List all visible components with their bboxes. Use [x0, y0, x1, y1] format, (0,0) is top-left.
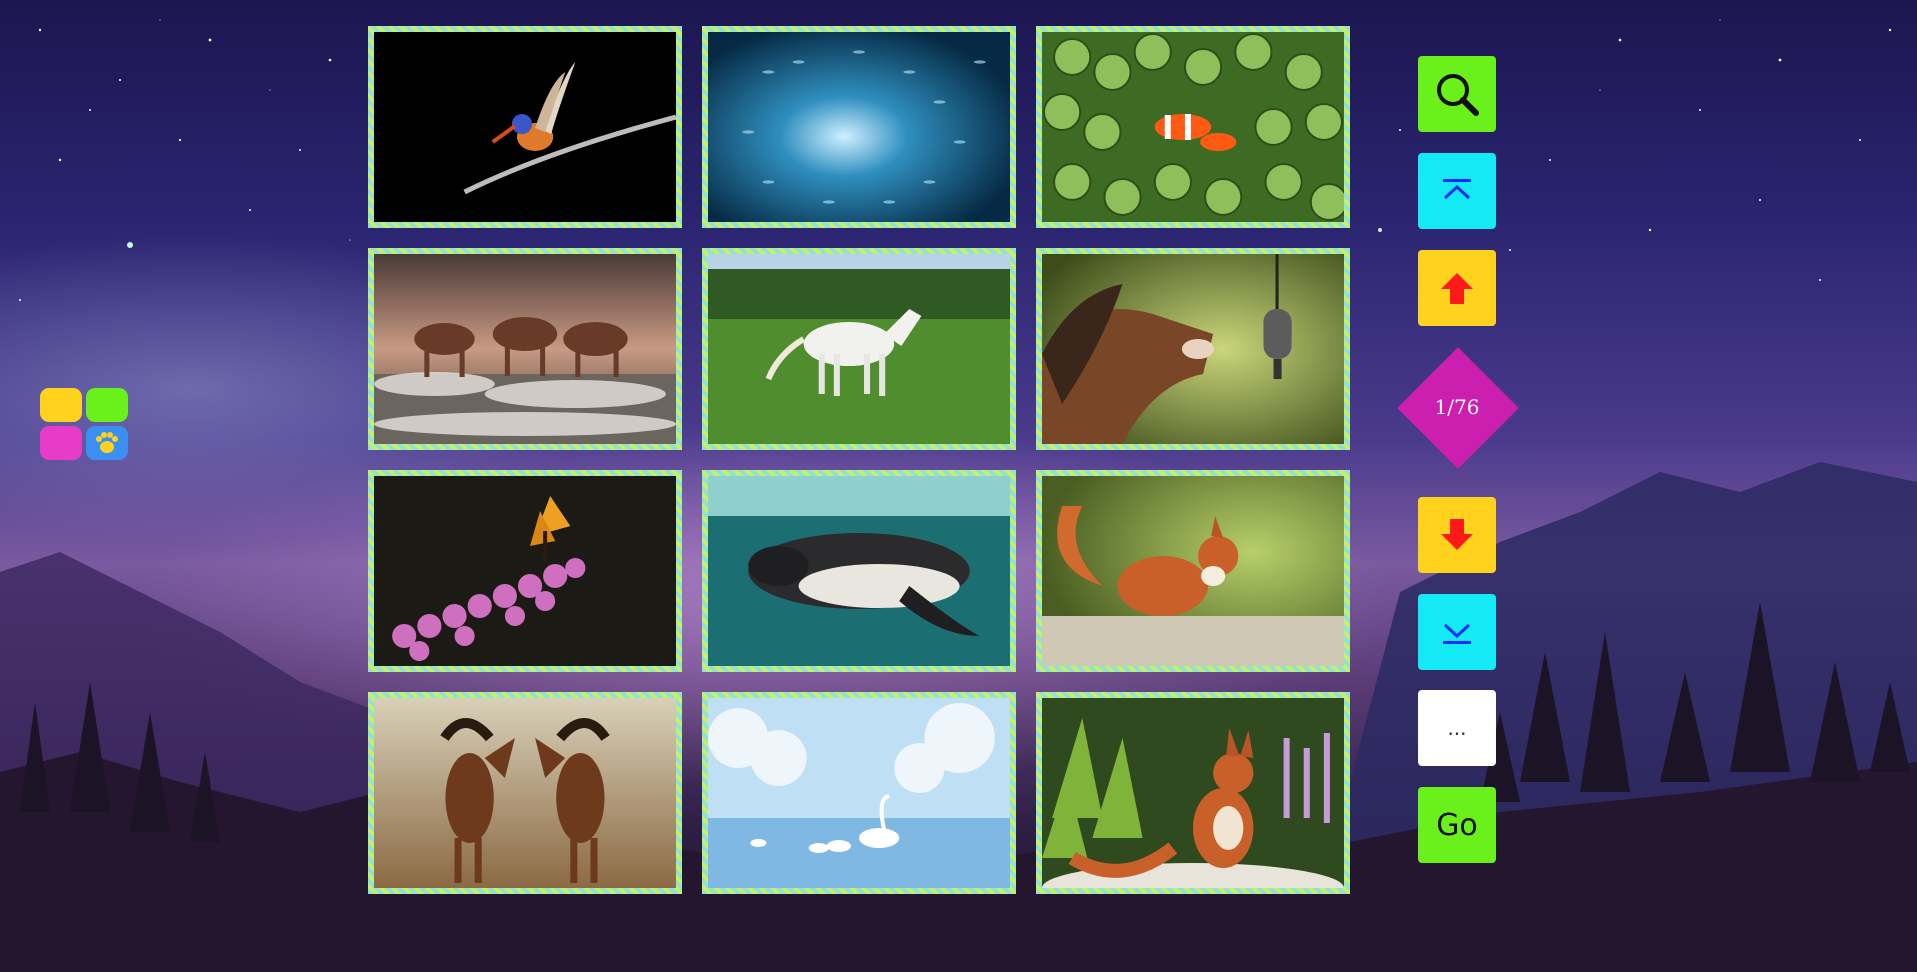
swan-image[interactable]: [708, 698, 1010, 888]
first-page-button[interactable]: [1418, 153, 1496, 229]
horse-image[interactable]: [1042, 254, 1344, 444]
last-page-button[interactable]: [1418, 594, 1496, 670]
image-gallery: [368, 26, 1350, 894]
bird-image[interactable]: [374, 32, 676, 222]
search-button[interactable]: [1418, 56, 1496, 132]
gallery-tile-squirrel-eating[interactable]: [1036, 692, 1350, 894]
gallery-tile-kingfisher[interactable]: [368, 26, 682, 228]
gallery-tile-rearing-horses[interactable]: [368, 692, 682, 894]
paw-icon[interactable]: [86, 426, 128, 460]
gallery-tile-white-horse[interactable]: [702, 248, 1016, 450]
yellow-tile[interactable]: [40, 388, 82, 422]
gallery-tile-red-squirrel[interactable]: [1036, 470, 1350, 672]
horse-image[interactable]: [374, 698, 676, 888]
search-icon: [1437, 74, 1479, 116]
magenta-tile[interactable]: [40, 426, 82, 460]
fish-image[interactable]: [708, 32, 1010, 222]
gallery-tile-horse-microphone[interactable]: [1036, 248, 1350, 450]
previous-page-button[interactable]: [1418, 250, 1496, 326]
horse-image[interactable]: [708, 254, 1010, 444]
green-tile[interactable]: [86, 388, 128, 422]
gallery-tile-horses-surf[interactable]: [368, 248, 682, 450]
page-counter: 1/76: [1397, 347, 1519, 469]
butterfly-image[interactable]: [374, 476, 676, 666]
squirrel-image[interactable]: [1042, 476, 1344, 666]
arrow-up-icon: [1441, 273, 1473, 304]
go-button[interactable]: Go: [1418, 787, 1496, 863]
arrow-down-icon: [1441, 519, 1473, 550]
app-launcher[interactable]: [40, 388, 128, 462]
clownfish-image[interactable]: [1042, 32, 1344, 222]
gallery-tile-butterfly[interactable]: [368, 470, 682, 672]
gallery-tile-clownfish[interactable]: [1036, 26, 1350, 228]
next-page-button[interactable]: [1418, 497, 1496, 573]
squirrel-image[interactable]: [1042, 698, 1344, 888]
chevron-down-bar-icon: [1443, 623, 1471, 644]
gallery-tile-swans[interactable]: [702, 692, 1016, 894]
penguin-image[interactable]: [708, 476, 1010, 666]
more-options-button[interactable]: ...: [1418, 690, 1496, 766]
horse-image[interactable]: [374, 254, 676, 444]
page-counter-text: 1/76: [1434, 395, 1480, 419]
gallery-tile-penguin[interactable]: [702, 470, 1016, 672]
chevron-up-bar-icon: [1443, 179, 1471, 200]
gallery-tile-fish-school[interactable]: [702, 26, 1016, 228]
